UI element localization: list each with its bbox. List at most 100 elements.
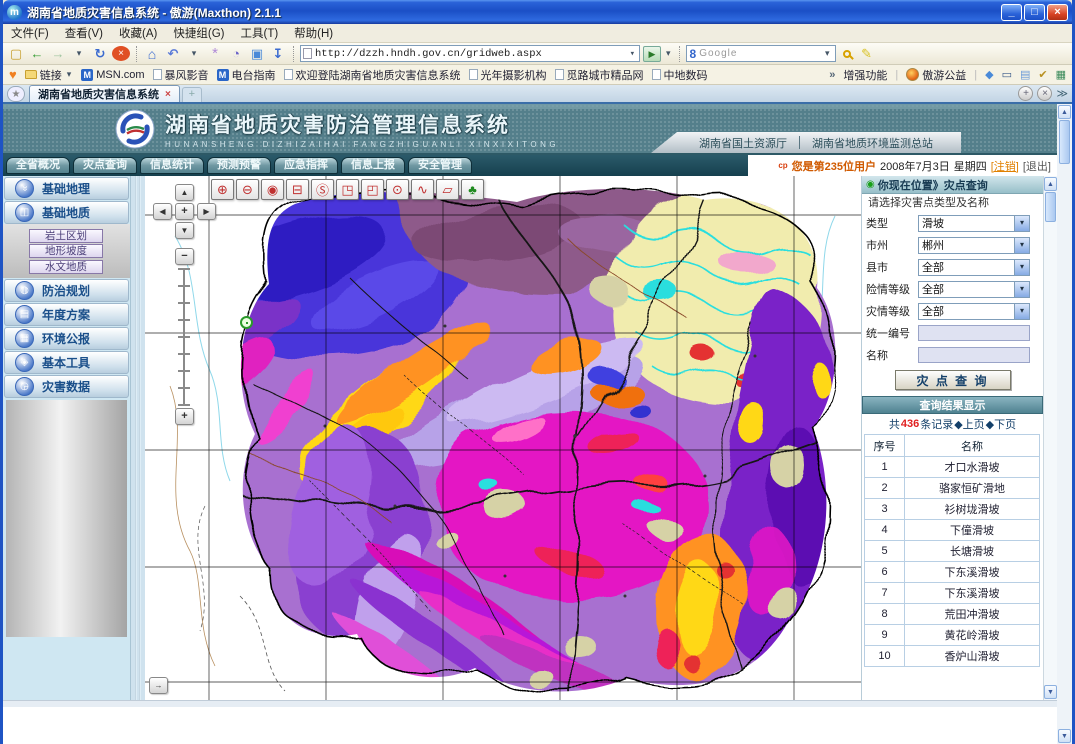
favorites-heart-icon[interactable]: ♥ xyxy=(9,67,17,82)
sidebar-splitter[interactable] xyxy=(131,176,145,700)
table-row[interactable]: 1才口水滑坡 xyxy=(865,457,1040,478)
go-dropdown-icon[interactable]: ▾ xyxy=(664,48,673,59)
im-icon[interactable]: ◆ xyxy=(985,68,993,81)
sidebar-item-base-geography[interactable]: » 基础地理 xyxy=(4,177,129,200)
nav-report[interactable]: 信息上报 xyxy=(341,157,405,174)
more-links-icon[interactable]: » xyxy=(829,69,835,81)
nav-emergency[interactable]: 应急指挥 xyxy=(274,157,338,174)
eraser-icon[interactable]: ▱ xyxy=(436,179,459,200)
table-row[interactable]: 6下东溪滑坡 xyxy=(865,562,1040,583)
pan-right-button[interactable]: ▶ xyxy=(197,203,216,220)
table-row[interactable]: 4下僮滑坡 xyxy=(865,520,1040,541)
menu-tools[interactable]: 工具(T) xyxy=(240,25,278,41)
undo-icon[interactable]: ↶ xyxy=(164,45,182,63)
tab-active[interactable]: 湖南省地质灾害信息系统 × xyxy=(29,85,180,102)
page-scrollbar[interactable]: ▲ ▼ xyxy=(1057,104,1072,744)
minimize-button[interactable]: _ xyxy=(1001,4,1022,21)
logout-link[interactable]: [注销] xyxy=(991,158,1019,174)
scroll-up-icon[interactable]: ▲ xyxy=(1044,177,1057,191)
home-icon[interactable]: ⌂ xyxy=(143,45,161,63)
download-icon[interactable]: ↧ xyxy=(269,45,287,63)
close-round-button[interactable]: × xyxy=(1037,86,1052,101)
search-dropdown-icon[interactable]: ▾ xyxy=(823,48,832,59)
map-corner-arrow-button[interactable]: → xyxy=(149,677,168,694)
submenu-terrain-slope[interactable]: 地形坡度 xyxy=(29,244,103,258)
pan-icon[interactable]: ◉ xyxy=(261,179,284,200)
paint-icon[interactable]: ✔ xyxy=(1038,68,1047,81)
combo-arrow-icon[interactable]: ▾ xyxy=(1014,260,1029,275)
nav-disaster-query[interactable]: 灾点查询 xyxy=(73,157,137,174)
exit-link[interactable]: [退出] xyxy=(1023,158,1051,174)
combo-arrow-icon[interactable]: ▾ xyxy=(1014,216,1029,231)
measure-icon[interactable]: ⊟ xyxy=(286,179,309,200)
menu-help[interactable]: 帮助(H) xyxy=(294,25,333,41)
scroll-thumb[interactable] xyxy=(1059,120,1070,164)
link-zhongdi[interactable]: 中地数码 xyxy=(652,67,708,83)
new-tab-button[interactable]: + xyxy=(182,87,202,102)
table-row[interactable]: 2骆家恒矿滑地 xyxy=(865,478,1040,499)
link-welcome[interactable]: 欢迎登陆湖南省地质灾害信息系统 xyxy=(284,67,461,83)
city-select[interactable]: 郴州 ▾ xyxy=(918,237,1030,254)
unified-id-input[interactable] xyxy=(918,325,1030,341)
prev-page-link[interactable]: ◆上页 xyxy=(954,416,984,432)
scroll-thumb[interactable] xyxy=(1045,192,1056,222)
frames-icon[interactable]: ▣ xyxy=(248,45,266,63)
refresh-icon[interactable]: ↻ xyxy=(91,45,109,63)
magic-wand-icon[interactable]: * xyxy=(206,45,224,63)
enhance-button[interactable]: 增强功能 xyxy=(843,67,887,83)
forward-dropdown-icon[interactable]: ▾ xyxy=(70,45,88,63)
zoom-minus-button[interactable]: − xyxy=(175,248,194,265)
zoom-plus-button[interactable]: + xyxy=(175,408,194,425)
zoom-out-icon[interactable]: ⊖ xyxy=(236,179,259,200)
sidebar-item-base-geology[interactable]: ◫ 基础地质 xyxy=(4,201,129,224)
table-row[interactable]: 8荒田冲滑坡 xyxy=(865,604,1040,625)
disaster-level-select[interactable]: 全部 ▾ xyxy=(918,303,1030,320)
history-icon[interactable]: ◔ xyxy=(227,45,245,63)
geology-map[interactable]: ⊕ ⊖ ◉ ⊟ Ⓢ ◳ ◰ ⊙ ∿ ▱ ♣ ▲ ◀ + xyxy=(145,176,861,700)
nav-statistics[interactable]: 信息统计 xyxy=(140,157,204,174)
identify-icon[interactable]: ⊙ xyxy=(386,179,409,200)
table-row[interactable]: 5长塘滑坡 xyxy=(865,541,1040,562)
pan-up-button[interactable]: ▲ xyxy=(175,184,194,201)
sidebar-item-disaster-data[interactable]: ◶ 灾害数据 xyxy=(4,375,129,398)
pan-left-button[interactable]: ◀ xyxy=(153,203,172,220)
nav-overview[interactable]: 全省概况 xyxy=(6,157,70,174)
star-icon[interactable]: ★ xyxy=(7,86,25,102)
zoom-in-icon[interactable]: ⊕ xyxy=(211,179,234,200)
type-select[interactable]: 滑坡 ▾ xyxy=(918,215,1030,232)
sidebar-item-env-bulletin[interactable]: ▦ 环境公报 xyxy=(4,327,129,350)
charity-link[interactable]: 傲游公益 xyxy=(906,67,966,83)
window-icon[interactable]: ▭ xyxy=(1002,68,1012,81)
search-box[interactable]: 8 Google ▾ xyxy=(686,45,836,62)
sidebar-item-prevention-plan[interactable]: ◍ 防治规划 xyxy=(4,279,129,302)
table-row[interactable]: 10香炉山滑坡 xyxy=(865,646,1040,667)
nav-forecast[interactable]: 预测预警 xyxy=(207,157,271,174)
county-select[interactable]: 全部 ▾ xyxy=(918,259,1030,276)
query-button[interactable]: 灾 点 查 询 xyxy=(895,370,1011,390)
url-dropdown-icon[interactable]: ▾ xyxy=(628,49,637,59)
zoom-slider[interactable] xyxy=(178,268,190,406)
tab-close-icon[interactable]: × xyxy=(165,89,171,100)
menu-groups[interactable]: 快捷组(G) xyxy=(173,25,224,41)
nav-security[interactable]: 安全管理 xyxy=(408,157,472,174)
menu-file[interactable]: 文件(F) xyxy=(11,25,49,41)
pan-center-button[interactable]: + xyxy=(175,203,194,220)
tools-round-button[interactable]: + xyxy=(1018,86,1033,101)
highlighter-icon[interactable]: ✎ xyxy=(858,45,876,63)
address-bar[interactable]: http://dzzh.hndh.gov.cn/gridweb.aspx ▾ xyxy=(300,45,640,62)
menu-favorites[interactable]: 收藏(A) xyxy=(119,25,157,41)
select-box-icon[interactable]: ◰ xyxy=(361,179,384,200)
back-icon[interactable]: ← xyxy=(28,45,46,63)
link-geo-monitor[interactable]: 湖南省地质环境监测总站 xyxy=(800,135,945,151)
pan-down-button[interactable]: ▼ xyxy=(175,222,194,239)
maximize-button[interactable]: □ xyxy=(1024,4,1045,21)
draw-line-icon[interactable]: ∿ xyxy=(411,179,434,200)
go-button[interactable]: ▶ xyxy=(643,46,661,62)
link-msn[interactable]: MMSN.com xyxy=(81,69,144,81)
table-row[interactable]: 7下东溪滑坡 xyxy=(865,583,1040,604)
forward-icon[interactable]: → xyxy=(49,45,67,63)
combo-arrow-icon[interactable]: ▾ xyxy=(1014,282,1029,297)
zoom-box-icon[interactable]: ◳ xyxy=(336,179,359,200)
link-baofeng[interactable]: 暴风影音 xyxy=(153,67,209,83)
link-photo[interactable]: 光年摄影机构 xyxy=(469,67,547,83)
